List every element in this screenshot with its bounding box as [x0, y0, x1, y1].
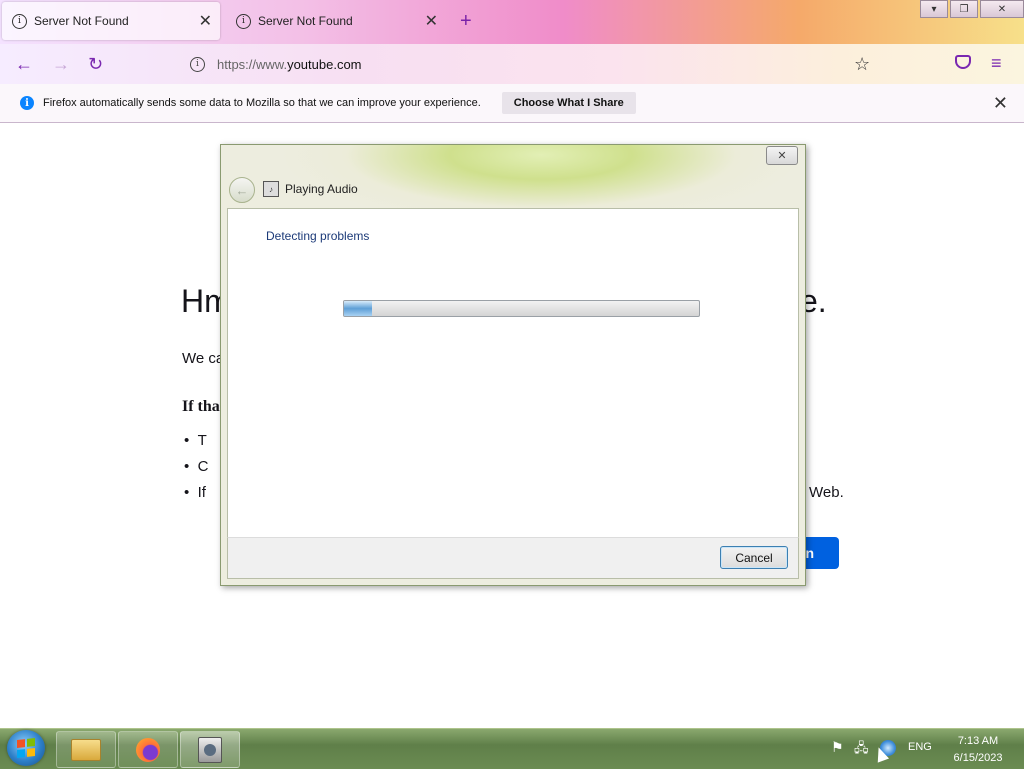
- list-item: • C: [184, 458, 209, 475]
- dialog-status: Detecting problems: [266, 229, 370, 243]
- windows-logo-icon: [17, 738, 35, 758]
- new-tab-button[interactable]: +: [460, 10, 472, 33]
- tab-title: Server Not Found: [34, 14, 129, 28]
- info-icon: i: [236, 13, 251, 29]
- list-item: • T: [184, 432, 207, 449]
- minimize-button[interactable]: ▾: [920, 0, 948, 18]
- close-notification-icon[interactable]: ✕: [993, 93, 1008, 114]
- taskbar-firefox[interactable]: [118, 731, 178, 768]
- forward-icon[interactable]: →: [52, 54, 70, 75]
- list-item: • If: [184, 484, 206, 501]
- info-icon: i: [12, 13, 27, 29]
- tab-server-not-found-2[interactable]: i Server Not Found ✕: [226, 2, 446, 40]
- folder-icon: [71, 738, 101, 761]
- progress-bar: [343, 300, 700, 317]
- clock-time: 7:13 AM: [957, 735, 999, 747]
- list-item-tail: Web.: [809, 484, 844, 501]
- reload-icon[interactable]: ↻: [88, 54, 103, 75]
- close-tab-icon[interactable]: ✕: [199, 11, 212, 31]
- clock[interactable]: 7:13 AM 6/15/2023: [948, 733, 1008, 767]
- start-button[interactable]: [7, 730, 45, 766]
- language-indicator[interactable]: ENG: [908, 741, 932, 753]
- action-center-flag-icon[interactable]: ⚑: [831, 739, 844, 756]
- back-icon[interactable]: ←: [15, 54, 33, 75]
- close-tab-icon[interactable]: ✕: [425, 11, 438, 31]
- back-arrow-icon[interactable]: ←: [229, 177, 255, 203]
- url-host: youtube.com: [287, 56, 362, 72]
- troubleshooter-app-icon: [198, 736, 222, 763]
- tab-server-not-found-1[interactable]: i Server Not Found ✕: [2, 2, 220, 40]
- troubleshooter-icon: ♪: [263, 181, 279, 197]
- dialog-close-button[interactable]: ✕: [766, 146, 798, 165]
- bookmark-star-icon[interactable]: ☆: [854, 54, 870, 75]
- error-description: We ca: [182, 350, 225, 367]
- site-info-icon[interactable]: i: [190, 56, 205, 72]
- close-window-button[interactable]: ✕: [980, 0, 1024, 18]
- progress-fill: [344, 301, 373, 316]
- url-prefix: https://www.: [217, 56, 288, 72]
- url-bar[interactable]: i https://www. youtube.com: [182, 50, 882, 78]
- window-controls: ▾ ❐ ✕: [918, 0, 1024, 18]
- network-error-icon[interactable]: 🖧: [854, 739, 869, 761]
- dialog-content: [227, 208, 799, 538]
- firefox-icon: [136, 737, 160, 762]
- restore-button[interactable]: ❐: [950, 0, 978, 18]
- clock-date: 6/15/2023: [953, 752, 1003, 764]
- taskbar-troubleshooter[interactable]: [180, 731, 240, 768]
- notification-text: Firefox automatically sends some data to…: [43, 97, 481, 109]
- choose-what-i-share-button[interactable]: Choose What I Share: [501, 92, 636, 114]
- telemetry-notification: i Firefox automatically sends some data …: [0, 84, 1024, 123]
- suggestions-heading: If tha: [182, 398, 220, 415]
- info-icon: i: [20, 96, 34, 110]
- dialog-footer: [227, 537, 799, 579]
- tab-title: Server Not Found: [258, 14, 353, 28]
- menu-icon[interactable]: ≡: [991, 53, 1002, 74]
- taskbar-file-explorer[interactable]: [56, 731, 116, 768]
- dialog-title: Playing Audio: [285, 182, 358, 196]
- cancel-button[interactable]: Cancel: [720, 546, 788, 569]
